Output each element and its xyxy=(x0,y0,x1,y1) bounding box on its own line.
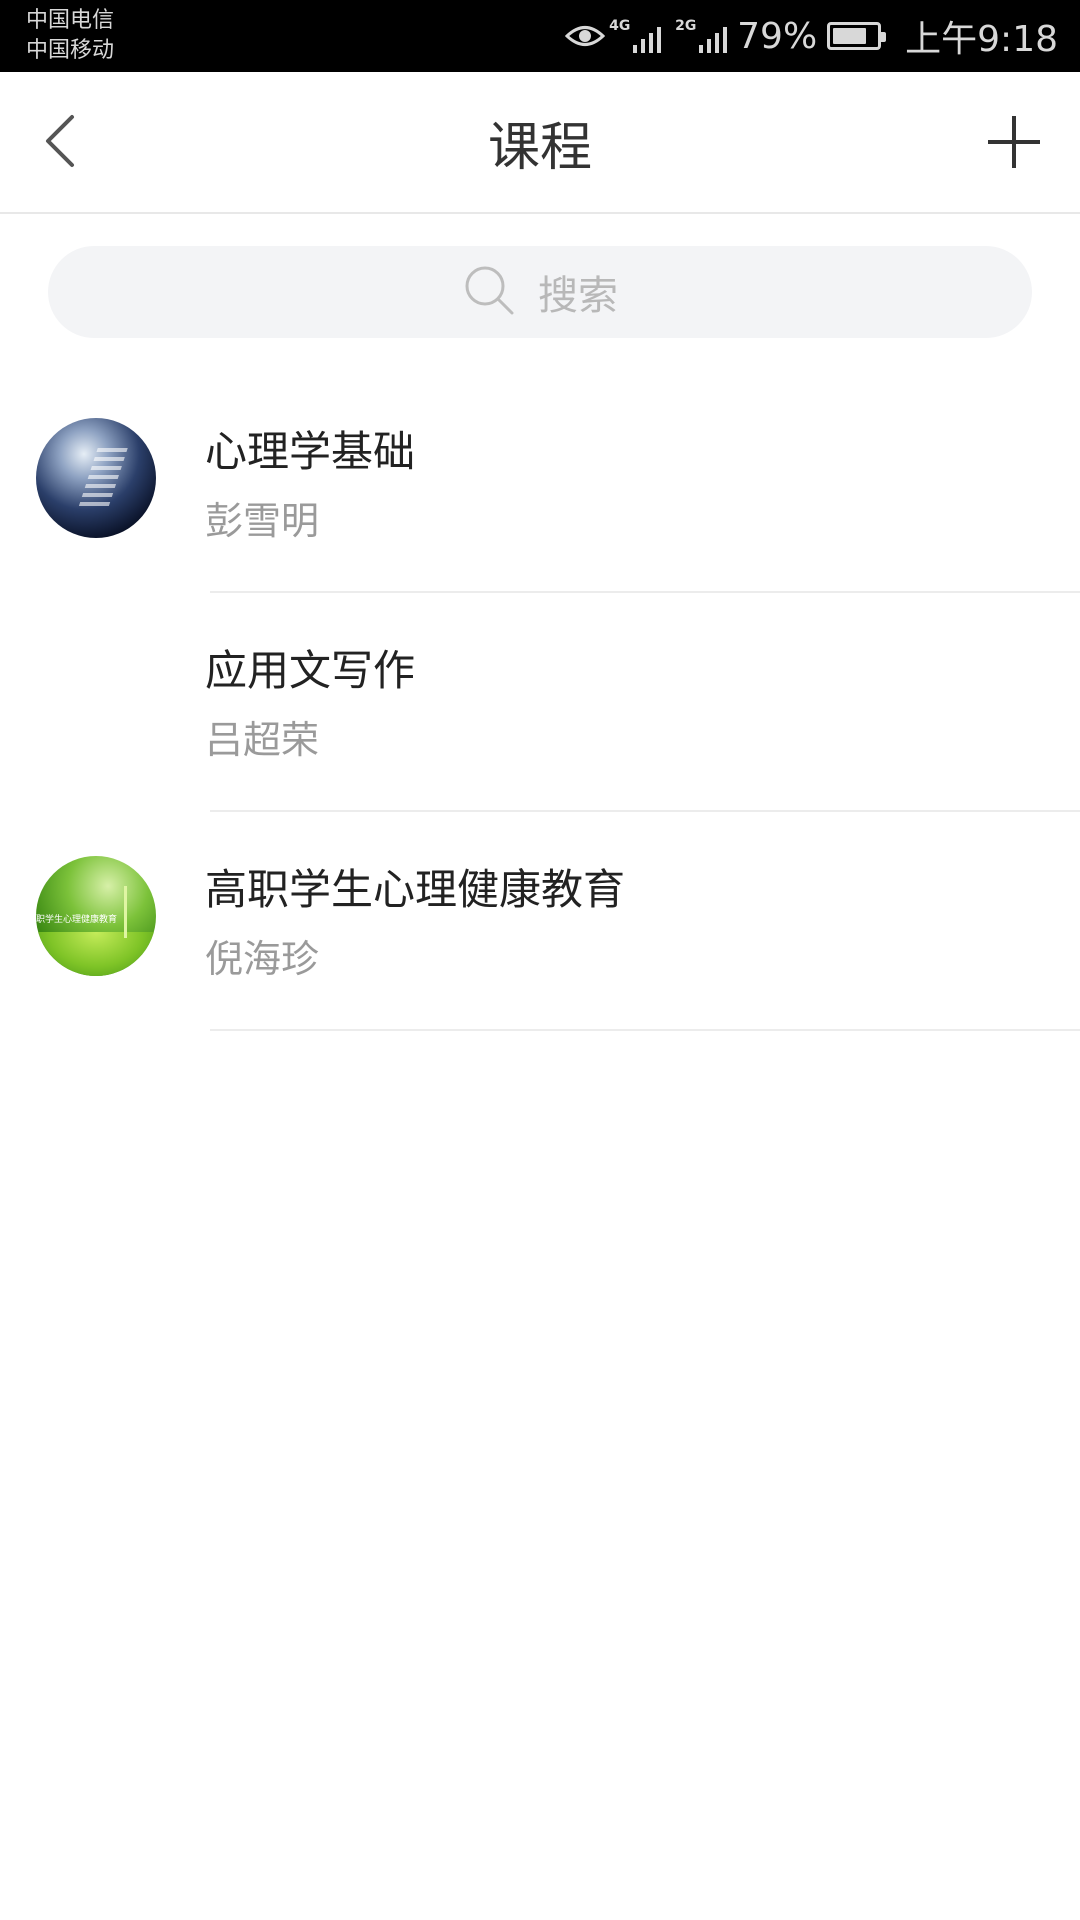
course-avatar: 职学生心理健康教育 xyxy=(36,856,156,976)
carrier-1: 中国电信 xyxy=(26,8,115,33)
plus-icon xyxy=(984,116,1044,176)
course-teacher: 彭雪明 xyxy=(205,499,320,543)
eye-icon xyxy=(565,21,606,51)
course-title: 高职学生心理健康教育 xyxy=(205,865,626,914)
course-title: 心理学基础 xyxy=(205,427,416,476)
search-icon xyxy=(462,263,516,321)
status-bar: 中国电信 中国移动 4G 2G 79% 上午9:18 xyxy=(0,0,1080,72)
list-item[interactable]: 心理学基础 彭雪明 xyxy=(0,374,1080,593)
list-item[interactable]: 职学生心理健康教育 高职学生心理健康教育 倪海珍 xyxy=(0,812,1080,1031)
avatar-caption: 职学生心理健康教育 xyxy=(36,915,118,925)
course-avatar xyxy=(36,637,156,757)
carrier-labels: 中国电信 中国移动 xyxy=(26,6,114,66)
battery-percent: 79% xyxy=(737,15,818,57)
page-title: 课程 xyxy=(487,117,592,178)
divider xyxy=(210,1029,1080,1031)
clock: 上午9:18 xyxy=(905,19,1058,60)
signal-4g-icon: 4G xyxy=(609,19,662,53)
battery-icon xyxy=(827,22,887,50)
course-teacher: 吕超荣 xyxy=(205,718,320,762)
course-teacher: 倪海珍 xyxy=(205,937,320,981)
course-title: 应用文写作 xyxy=(205,646,416,695)
nav-bar: 课程 xyxy=(0,72,1080,214)
search-input[interactable]: 搜索 xyxy=(48,246,1032,338)
list-item[interactable]: 应用文写作 吕超荣 xyxy=(0,593,1080,812)
course-avatar xyxy=(36,418,156,538)
add-course-button[interactable] xyxy=(984,112,1044,172)
course-list: 心理学基础 彭雪明 应用文写作 吕超荣 职学生心理健康教育 高职学生心理健康教育… xyxy=(0,374,1080,1031)
signal-2g-icon: 2G xyxy=(675,19,728,53)
search-placeholder: 搜索 xyxy=(538,273,618,319)
status-icons: 4G 2G 79% 上午9:18 xyxy=(565,0,1058,72)
carrier-2: 中国移动 xyxy=(26,38,115,63)
